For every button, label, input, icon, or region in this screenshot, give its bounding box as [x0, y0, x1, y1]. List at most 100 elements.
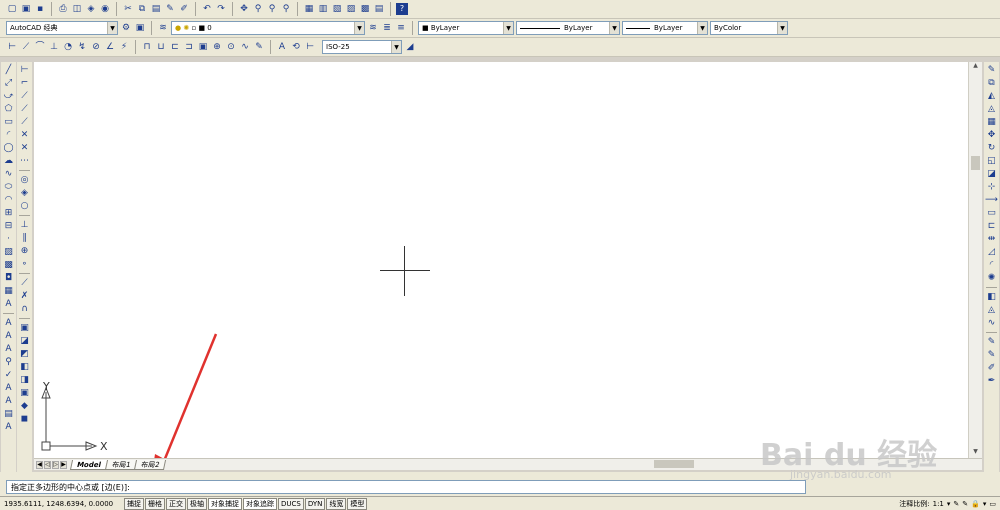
chamfer-icon[interactable]: ◿	[986, 246, 998, 258]
paste-icon[interactable]: ▤	[150, 3, 162, 15]
annotation-scale-value[interactable]: 1:1	[933, 500, 944, 508]
drawing-canvas[interactable]: Y X	[34, 62, 968, 458]
markup-icon[interactable]: ▩	[359, 3, 371, 15]
center-mark-icon[interactable]: ⊕	[211, 41, 223, 53]
plotstyle-select[interactable]: ByColor ▼	[710, 21, 788, 35]
dim-radius-icon[interactable]: ⟋	[19, 90, 31, 102]
my-workspace-icon[interactable]: ▣	[134, 22, 146, 34]
workspace-select[interactable]: AutoCAD 经典 ▼	[6, 21, 118, 35]
ellipse-arc-icon[interactable]: ◠	[3, 194, 15, 206]
lock-icon[interactable]: 🔒	[971, 500, 980, 508]
find-icon[interactable]: ⚲	[3, 356, 15, 368]
coordinate-readout[interactable]: 1935.6111, 1248.6394, 0.0000	[0, 500, 124, 508]
ortho-toggle[interactable]: 正交	[166, 497, 186, 510]
table-icon[interactable]: ▦	[3, 285, 15, 297]
cone-icon[interactable]: ◩	[19, 348, 31, 360]
wedge-icon[interactable]: ◪	[19, 335, 31, 347]
grid-toggle[interactable]: 栅格	[145, 497, 165, 510]
extend-icon[interactable]: ⟶	[985, 194, 998, 206]
cloud-icon[interactable]: ☁	[3, 155, 15, 167]
next-tab-icon[interactable]: ▷	[52, 460, 59, 469]
text-scale-icon[interactable]: A	[3, 382, 15, 394]
layer-manager-icon[interactable]: ≋	[157, 22, 169, 34]
dim-aligned-icon[interactable]: ⌐	[19, 77, 31, 89]
annotation-visibility-icon[interactable]: ✎	[953, 500, 959, 508]
osnap-toggle[interactable]: 对象捕捉	[208, 497, 242, 510]
dimstyle-select[interactable]: ISO-25 ▼	[322, 40, 402, 54]
copy-icon[interactable]: ⧉	[136, 3, 148, 15]
tab-layout1[interactable]: 布局1	[104, 459, 138, 470]
scale-icon[interactable]: ◱	[986, 155, 998, 167]
dim-style-icon[interactable]: ⊢	[304, 41, 316, 53]
dim-linear-icon[interactable]: ⊢	[6, 41, 18, 53]
quick-dim-icon[interactable]: ⚡	[118, 41, 130, 53]
insert-icon[interactable]: ⊞	[3, 207, 15, 219]
layer-select[interactable]: ● ✺ ▫ ■ 0 ▼	[171, 21, 365, 35]
explode-icon[interactable]: ✺	[986, 272, 998, 284]
edit-attribute-icon[interactable]: ✐	[986, 362, 998, 374]
dim-update-icon[interactable]: ⟲	[290, 41, 302, 53]
rectangle-icon[interactable]: ▭	[3, 116, 15, 128]
tab-layout2[interactable]: 布局2	[134, 459, 167, 470]
zoom-previous-icon[interactable]: ⚲	[280, 3, 292, 15]
pyramid-icon[interactable]: ◆	[19, 400, 31, 412]
edit-array-icon[interactable]: ✎	[986, 349, 998, 361]
x-icon[interactable]: ✕	[19, 142, 31, 154]
zoom-realtime-icon[interactable]: ⚲	[252, 3, 264, 15]
spline-icon[interactable]: ∿	[3, 168, 15, 180]
dim-diameter-icon[interactable]: ⟋	[19, 103, 31, 115]
last-tab-icon[interactable]: ▶	[60, 460, 67, 469]
dim-aligned-icon[interactable]: ⟋	[20, 41, 32, 53]
cut-icon[interactable]: ✂	[122, 3, 134, 15]
model-toggle[interactable]: 模型	[347, 497, 368, 510]
dim-edit-icon[interactable]: ✎	[253, 41, 265, 53]
sphere-icon[interactable]: ◧	[19, 361, 31, 373]
snap-center-icon[interactable]: ◎	[19, 174, 31, 186]
dim-ordinate-icon[interactable]: ⊥	[48, 41, 60, 53]
ducs-toggle[interactable]: DUCS	[278, 497, 304, 510]
point-icon[interactable]: ·	[3, 233, 15, 245]
preview-icon[interactable]: ◫	[71, 3, 83, 15]
snap-nearest-icon[interactable]: ⟋	[19, 277, 31, 289]
hatch-icon[interactable]: ▨	[3, 246, 15, 258]
mirror-icon[interactable]: ◭	[986, 90, 998, 102]
first-tab-icon[interactable]: ◀	[36, 460, 43, 469]
mtext-icon[interactable]: A	[3, 298, 15, 310]
undo-icon[interactable]: ↶	[201, 3, 213, 15]
jogged-linear-icon[interactable]: ∿	[239, 41, 251, 53]
command-line[interactable]: 指定正多边形的中心点或 [边(E)]:	[6, 480, 806, 494]
offset-icon[interactable]: ◬	[986, 103, 998, 115]
ellipse-icon[interactable]: ⬭	[3, 181, 15, 193]
save-icon[interactable]: ▪	[34, 3, 46, 15]
redo-icon[interactable]: ↷	[215, 3, 227, 15]
edit-spline-icon[interactable]: ∿	[986, 317, 998, 329]
trim-icon[interactable]: ⊹	[986, 181, 998, 193]
publish-icon[interactable]: ◈	[85, 3, 97, 15]
dim-style-manager-icon[interactable]: ◢	[404, 41, 416, 53]
lineweight-select[interactable]: ByLayer ▼	[622, 21, 708, 35]
dim-jogged-icon[interactable]: ⟋	[19, 116, 31, 128]
snap-tangent-icon[interactable]: ○	[19, 200, 31, 212]
match-properties-icon[interactable]: ✎	[164, 3, 176, 15]
design-center-icon[interactable]: ▥	[317, 3, 329, 15]
layer-previous-icon[interactable]: ≣	[381, 22, 393, 34]
workspace-settings-icon[interactable]: ⚙	[120, 22, 132, 34]
block-editor-icon[interactable]: ✐	[178, 3, 190, 15]
lineweight-toggle[interactable]: 线宽	[326, 497, 347, 510]
tray-settings-icon[interactable]: ▾	[983, 500, 987, 508]
close-icon[interactable]: ✕	[19, 129, 31, 141]
dim-arc-icon[interactable]: ⌒	[34, 41, 46, 53]
color-select[interactable]: ■ ByLayer ▼	[418, 21, 514, 35]
text-edit-icon[interactable]: A	[3, 343, 15, 355]
gradient-icon[interactable]: ▩	[3, 259, 15, 271]
dyn-toggle[interactable]: DYN	[304, 497, 326, 510]
dim-text-edit-icon[interactable]: A	[276, 41, 288, 53]
chevron-down-icon[interactable]: ▾	[947, 500, 951, 508]
copy-icon[interactable]: ⧉	[986, 77, 998, 89]
dim-break-icon[interactable]: ⊐	[183, 41, 195, 53]
justify-text-icon[interactable]: A	[3, 395, 15, 407]
3d-dwf-icon[interactable]: ◉	[99, 3, 111, 15]
calculator-icon[interactable]: ▤	[373, 3, 385, 15]
line-icon[interactable]: ╱	[3, 64, 15, 76]
make-current-layer-icon[interactable]: ≋	[367, 22, 379, 34]
